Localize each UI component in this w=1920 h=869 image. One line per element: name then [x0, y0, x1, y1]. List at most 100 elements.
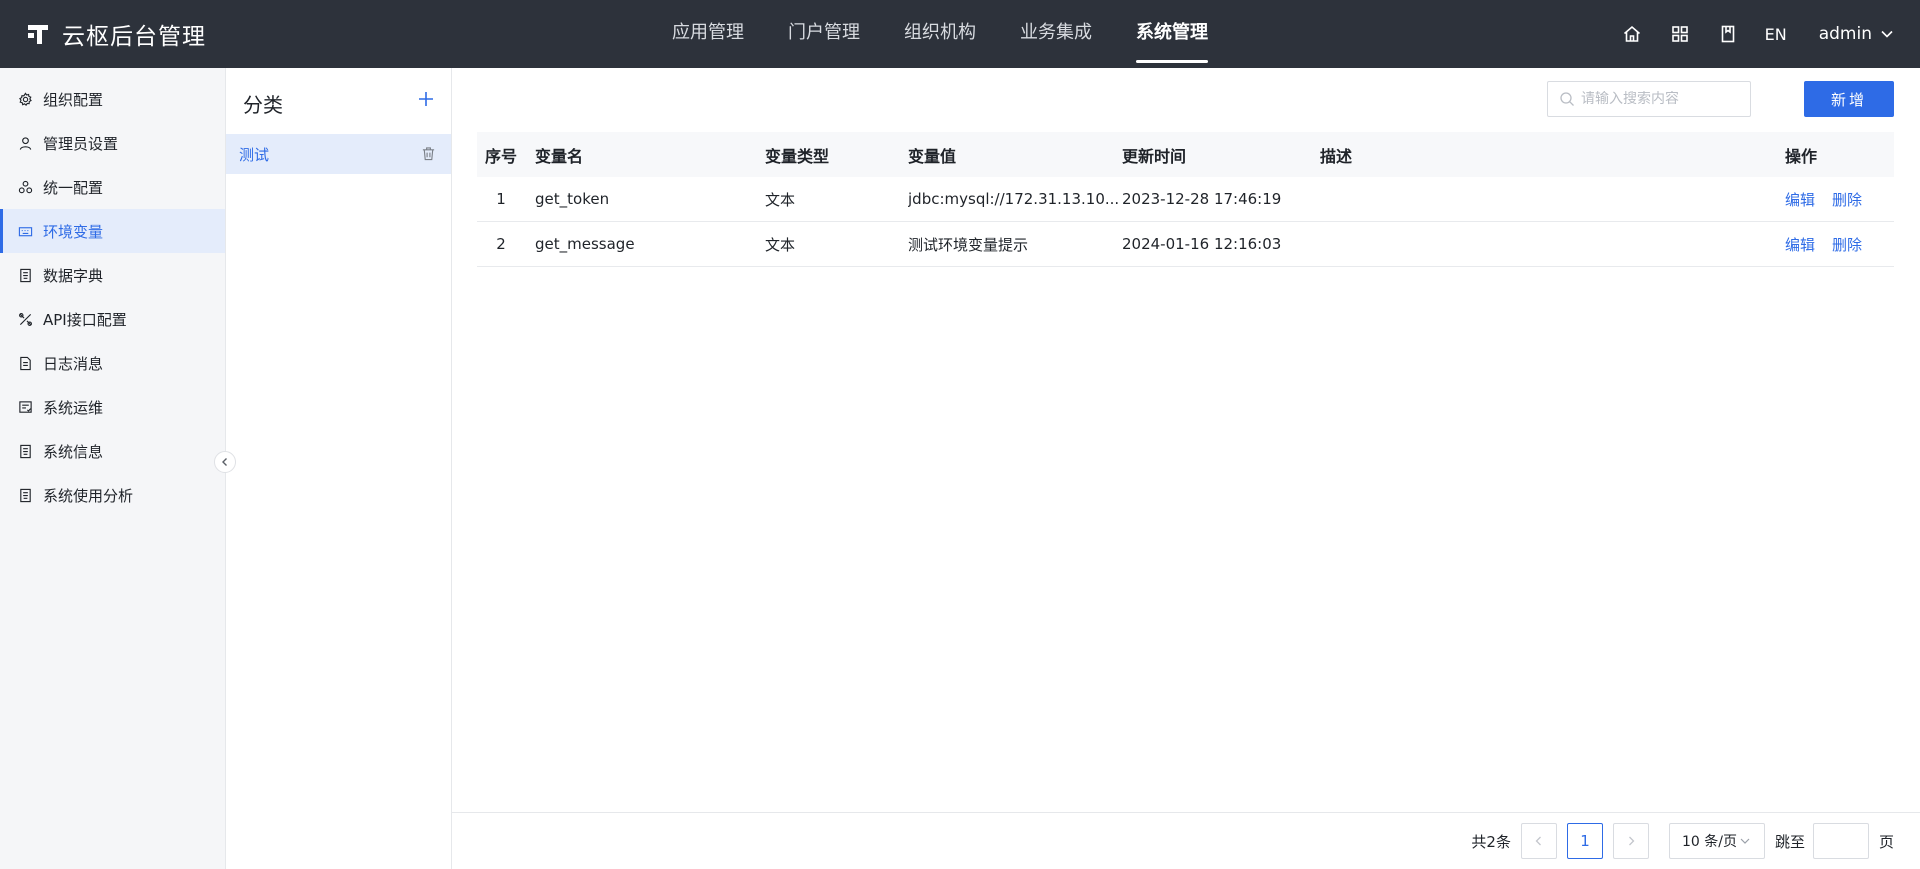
prev-page-button[interactable]	[1520, 823, 1557, 859]
main-content: 新增 序号 变量名 变量类型 变量值 更新时间 描述 操作 1 get_toke…	[452, 68, 1920, 869]
chevron-left-icon	[1535, 836, 1541, 846]
header-type: 变量类型	[765, 146, 830, 166]
page-button[interactable]: 1	[1566, 823, 1603, 859]
chevron-right-icon	[1629, 836, 1635, 846]
user-menu[interactable]: admin	[1819, 24, 1894, 44]
sidebar-item-label: 系统运维	[43, 398, 104, 417]
sidebar-item-admin-settings[interactable]: 管理员设置	[0, 121, 225, 165]
pagination: 共2条 1 10 条/页 跳至 页	[1471, 823, 1894, 859]
cell-time: 2024-01-16 12:16:03	[1122, 235, 1282, 253]
cell-index: 2	[496, 235, 506, 253]
sidebar-item-label: 系统使用分析	[43, 486, 134, 505]
user-icon	[18, 135, 34, 151]
total-count: 共2条	[1471, 832, 1511, 851]
next-page-button[interactable]	[1612, 823, 1649, 859]
chevron-down-icon	[1881, 30, 1893, 38]
sidebar-item-log-messages[interactable]: 日志消息	[0, 341, 225, 385]
chevron-left-icon	[222, 458, 227, 466]
edit-link[interactable]: 编辑	[1785, 189, 1815, 210]
gear-icon	[18, 91, 34, 107]
document-icon	[18, 267, 34, 283]
sidebar-item-label: 数据字典	[43, 266, 104, 285]
sidebar-item-env-variables[interactable]: 环境变量	[0, 209, 225, 253]
category-title: 分类	[243, 93, 283, 117]
nav-business-integration[interactable]: 业务集成	[1020, 0, 1092, 68]
cell-name: get_token	[535, 190, 610, 208]
header-value: 变量值	[908, 146, 957, 166]
sidebar-item-org-config[interactable]: 组织配置	[0, 77, 225, 121]
sidebar-item-api-config[interactable]: API接口配置	[0, 297, 225, 341]
edit-link[interactable]: 编辑	[1785, 234, 1815, 255]
nav-app-management[interactable]: 应用管理	[672, 0, 744, 68]
jump-page-input[interactable]	[1812, 823, 1869, 859]
sidebar-item-label: 系统信息	[43, 442, 104, 461]
sidebar-item-label: 环境变量	[43, 222, 104, 241]
category-item[interactable]: 测试	[226, 134, 451, 174]
sidebar-item-label: 日志消息	[43, 354, 104, 373]
variables-table: 序号 变量名 变量类型 变量值 更新时间 描述 操作 1 get_token 文…	[477, 132, 1894, 267]
book-icon[interactable]	[1717, 23, 1739, 45]
sidebar-item-label: API接口配置	[43, 310, 127, 329]
category-panel: 分类 测试	[226, 68, 452, 869]
nav-organization[interactable]: 组织机构	[904, 0, 976, 68]
cell-value: 测试环境变量提示	[908, 235, 1029, 254]
cell-value: jdbc:mysql://172.31.13.10...	[908, 190, 1120, 208]
page-size-select[interactable]: 10 条/页	[1668, 823, 1765, 859]
info-doc-icon	[18, 443, 34, 459]
chevron-down-icon	[1740, 838, 1750, 844]
home-icon[interactable]	[1621, 23, 1643, 45]
jump-label: 跳至	[1774, 832, 1805, 851]
cell-ops: 编辑 删除	[1785, 234, 1894, 255]
header-name: 变量名	[535, 146, 584, 166]
app-logo[interactable]: 云枢后台管理	[26, 19, 206, 50]
monitor-icon	[18, 399, 34, 415]
search-box[interactable]	[1547, 81, 1751, 117]
analysis-icon	[18, 487, 34, 503]
sidebar-collapse-button[interactable]	[214, 451, 236, 473]
sidebar-item-label: 统一配置	[43, 178, 104, 197]
logo-icon	[28, 25, 48, 44]
app-title: 云枢后台管理	[62, 24, 206, 50]
add-category-icon[interactable]	[417, 90, 435, 108]
category-item-label: 测试	[239, 145, 270, 164]
page-suffix: 页	[1878, 832, 1894, 851]
sidebar-item-unified-config[interactable]: 统一配置	[0, 165, 225, 209]
cell-ops: 编辑 删除	[1785, 189, 1894, 210]
nav-system-management[interactable]: 系统管理	[1136, 0, 1208, 68]
cell-type: 文本	[765, 235, 796, 254]
tools-icon	[18, 311, 34, 327]
keyboard-icon	[18, 223, 34, 239]
sidebar-item-system-info[interactable]: 系统信息	[0, 429, 225, 473]
delete-link[interactable]: 删除	[1832, 189, 1862, 210]
header-time: 更新时间	[1122, 146, 1187, 166]
language-switch[interactable]: EN	[1765, 25, 1787, 44]
grid-icon[interactable]	[1669, 23, 1691, 45]
search-icon	[1560, 92, 1574, 106]
pagination-bar: 共2条 1 10 条/页 跳至 页	[452, 812, 1920, 869]
nav-portal-management[interactable]: 门户管理	[788, 0, 860, 68]
sidebar-item-label: 组织配置	[43, 90, 104, 109]
sidebar-item-system-ops[interactable]: 系统运维	[0, 385, 225, 429]
username: admin	[1818, 24, 1872, 44]
cell-index: 1	[496, 190, 506, 208]
add-button[interactable]: 新增	[1804, 81, 1894, 117]
trash-icon[interactable]	[421, 146, 436, 161]
top-bar: 云枢后台管理 应用管理 门户管理 组织机构 业务集成 系统管理 EN admin	[0, 0, 1920, 68]
sidebar-item-data-dictionary[interactable]: 数据字典	[0, 253, 225, 297]
cluster-icon	[18, 179, 34, 195]
table-row: 2 get_message 文本 测试环境变量提示 2024-01-16 12:…	[477, 222, 1894, 267]
cell-type: 文本	[765, 190, 796, 209]
sidebar-item-usage-analysis[interactable]: 系统使用分析	[0, 473, 225, 517]
cell-name: get_message	[535, 235, 635, 253]
header-index: 序号	[485, 146, 518, 166]
header-ops: 操作	[1785, 146, 1818, 166]
table-header: 序号 变量名 变量类型 变量值 更新时间 描述 操作	[477, 132, 1894, 177]
top-nav: 应用管理 门户管理 组织机构 业务集成 系统管理	[672, 0, 1252, 68]
file-text-icon	[18, 355, 34, 371]
top-right-tools: EN admin	[1595, 0, 1894, 68]
delete-link[interactable]: 删除	[1832, 234, 1862, 255]
search-input[interactable]	[1581, 91, 1751, 107]
page-size-value: 10 条/页	[1681, 834, 1737, 850]
header-desc: 描述	[1320, 146, 1353, 166]
sidebar-item-label: 管理员设置	[43, 134, 119, 153]
